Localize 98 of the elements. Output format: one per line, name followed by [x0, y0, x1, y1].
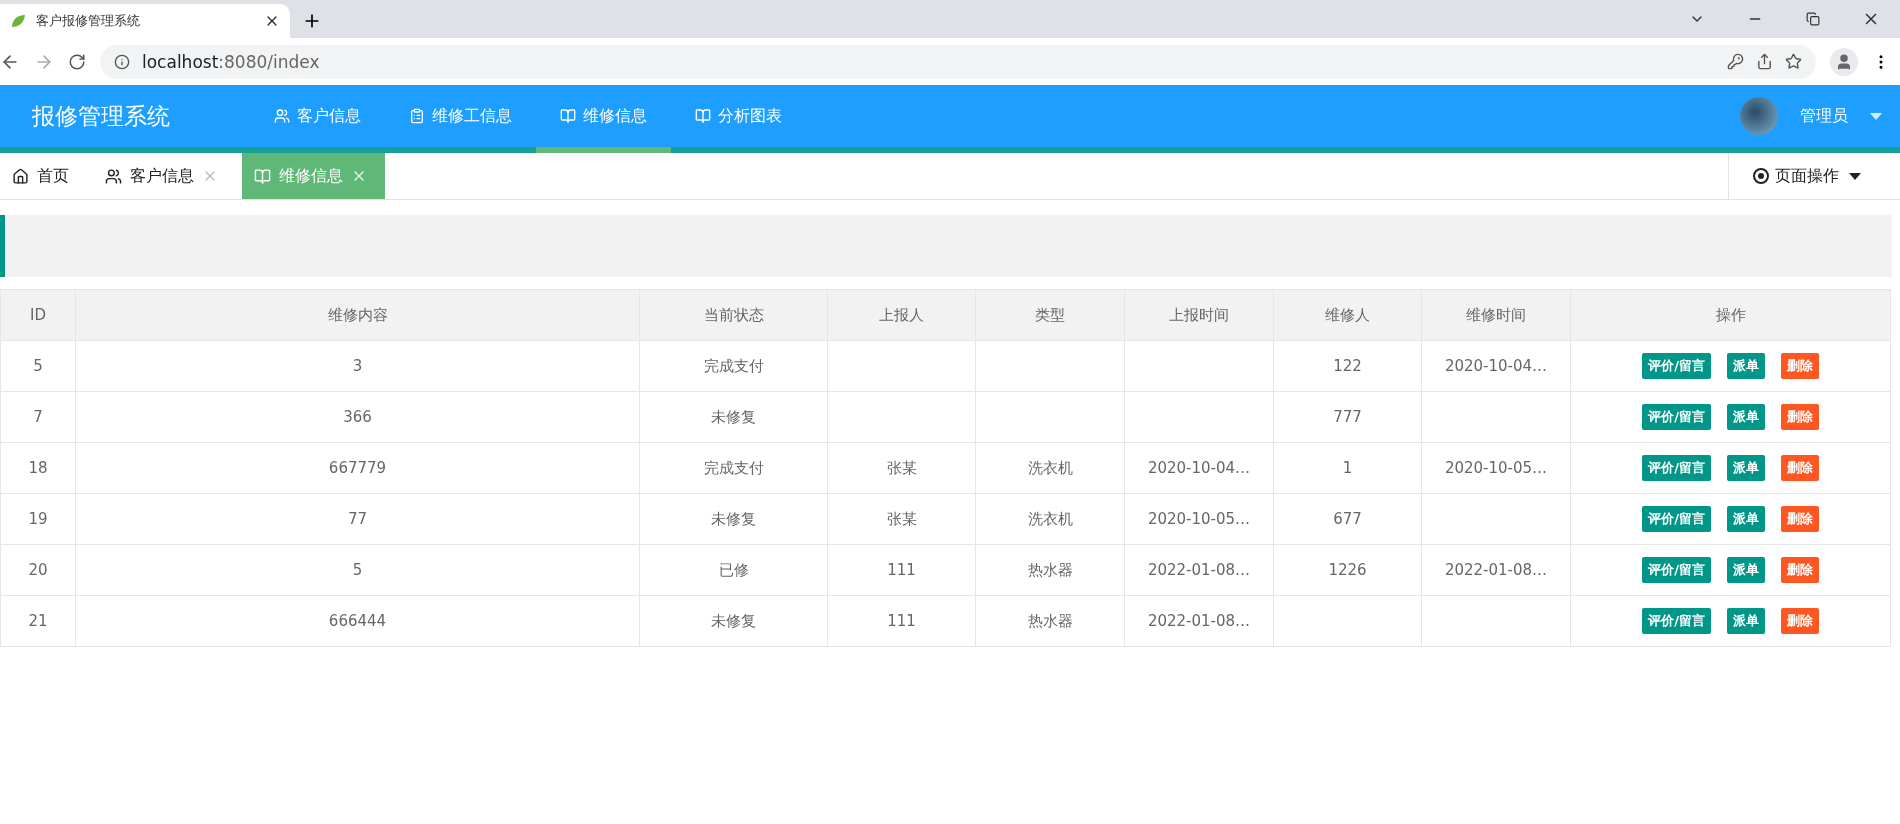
table-cell: 18 — [28, 459, 48, 477]
table-cell: 2020-10-04… — [1147, 459, 1251, 477]
table-cell: 2020-10-05… — [1444, 459, 1548, 477]
table-cell: 677 — [1333, 510, 1362, 528]
action-button[interactable]: 评价/留言 — [1642, 608, 1711, 634]
tab-label: 客户信息 — [130, 165, 194, 187]
table-cell: 未修复 — [711, 407, 756, 426]
url-text: localhost:8080/index — [142, 51, 320, 72]
action-button[interactable]: 评价/留言 — [1642, 506, 1711, 532]
restore-icon[interactable] — [1806, 12, 1820, 26]
column-header: 上报人 — [827, 289, 976, 341]
tab-label: 首页 — [37, 165, 69, 187]
table-cell: 2020-10-04… — [1444, 357, 1548, 375]
reload-icon[interactable] — [68, 52, 86, 71]
leaf-icon — [10, 13, 26, 29]
action-button[interactable]: 评价/留言 — [1642, 353, 1711, 379]
table-cell: 1226 — [1328, 561, 1367, 579]
table-cell: 20 — [28, 561, 48, 579]
column-header: 维修时间 — [1421, 289, 1571, 341]
user-name[interactable]: 管理员 — [1800, 105, 1848, 127]
column-header: 操作 — [1570, 289, 1891, 341]
profile-icon[interactable] — [1830, 47, 1858, 76]
table-cell: 张某 — [886, 509, 917, 528]
table-cell: 已修 — [718, 560, 749, 579]
table-cell: 完成支付 — [703, 356, 764, 375]
table-cell: 热水器 — [1027, 611, 1073, 630]
tab-label: 维修信息 — [279, 165, 343, 187]
clipboard-icon — [409, 108, 425, 124]
page-tab[interactable]: 维修信息 — [242, 153, 385, 199]
home-icon — [12, 167, 29, 185]
action-button[interactable]: 评价/留言 — [1642, 404, 1711, 430]
table-cell: 热水器 — [1027, 560, 1073, 579]
nav-item[interactable]: 维修工信息 — [385, 85, 536, 153]
tab-title: 客户报修管理系统 — [36, 12, 140, 30]
action-button[interactable]: 派单 — [1726, 506, 1765, 532]
table-cell: 2020-10-05… — [1147, 510, 1251, 528]
table-cell: 未修复 — [711, 509, 756, 528]
action-button[interactable]: 评价/留言 — [1642, 557, 1711, 583]
table-cell: 366 — [343, 408, 372, 426]
avatar — [1740, 97, 1778, 135]
action-button[interactable]: 删除 — [1780, 506, 1819, 532]
table-cell: 2022-01-08… — [1147, 561, 1251, 579]
table-cell: 2022-01-08… — [1147, 612, 1251, 630]
share-icon[interactable] — [1756, 53, 1773, 70]
column-header: 维修内容 — [75, 289, 640, 341]
table-cell: 667779 — [328, 459, 387, 477]
key-icon[interactable] — [1727, 53, 1744, 70]
action-button[interactable]: 删除 — [1780, 557, 1819, 583]
book-icon — [560, 108, 576, 124]
table-cell: 1 — [1342, 459, 1353, 477]
table-cell: 111 — [887, 612, 916, 630]
table-cell: 未修复 — [711, 611, 756, 630]
users-icon — [105, 167, 122, 185]
column-header: 类型 — [975, 289, 1125, 341]
browser-tab[interactable]: 客户报修管理系统 — [0, 4, 290, 38]
table-cell: 111 — [887, 561, 916, 579]
table-cell: 完成支付 — [703, 458, 764, 477]
star-icon[interactable] — [1785, 53, 1802, 70]
action-button[interactable]: 派单 — [1726, 404, 1765, 430]
table-cell: 张某 — [886, 458, 917, 477]
users-icon — [274, 108, 290, 124]
action-button[interactable]: 删除 — [1780, 455, 1819, 481]
caret-icon — [1849, 172, 1861, 180]
book-icon — [695, 108, 711, 124]
table-cell: 5 — [352, 561, 363, 579]
table-cell: 21 — [28, 612, 48, 630]
table-cell: 19 — [28, 510, 48, 528]
action-button[interactable]: 删除 — [1780, 353, 1819, 379]
info-icon — [114, 53, 130, 70]
table-cell: 7 — [33, 408, 43, 426]
column-header: 上报时间 — [1124, 289, 1274, 341]
table-cell: 5 — [33, 357, 43, 375]
action-button[interactable]: 派单 — [1726, 353, 1765, 379]
table-cell: 洗衣机 — [1027, 509, 1073, 528]
action-button[interactable]: 评价/留言 — [1642, 455, 1711, 481]
column-header: 维修人 — [1273, 289, 1422, 341]
table-cell: 777 — [1333, 408, 1362, 426]
table-cell: 122 — [1333, 357, 1362, 375]
radio-icon — [1753, 168, 1769, 184]
nav-item[interactable]: 分析图表 — [671, 85, 806, 153]
page-operations-menu[interactable]: 页面操作 — [1728, 153, 1900, 199]
address-bar[interactable]: localhost:8080/index — [100, 44, 1816, 79]
table-cell: 3 — [352, 357, 363, 375]
action-button[interactable]: 派单 — [1726, 455, 1765, 481]
nav-item[interactable]: 维修信息 — [536, 85, 671, 153]
action-button[interactable]: 派单 — [1726, 557, 1765, 583]
table-cell: 2022-01-08… — [1444, 561, 1548, 579]
action-button[interactable]: 删除 — [1780, 608, 1819, 634]
action-button[interactable]: 删除 — [1780, 404, 1819, 430]
action-button[interactable]: 派单 — [1726, 608, 1765, 634]
book-icon — [254, 167, 271, 185]
column-header: 当前状态 — [639, 289, 828, 341]
app-logo: 报修管理系统 — [31, 101, 171, 131]
table-cell: 洗衣机 — [1027, 458, 1073, 477]
table-cell: 666444 — [328, 612, 387, 630]
table-cell: 77 — [347, 510, 368, 528]
column-header: ID — [0, 289, 76, 341]
nav-item[interactable]: 客户信息 — [250, 85, 385, 153]
